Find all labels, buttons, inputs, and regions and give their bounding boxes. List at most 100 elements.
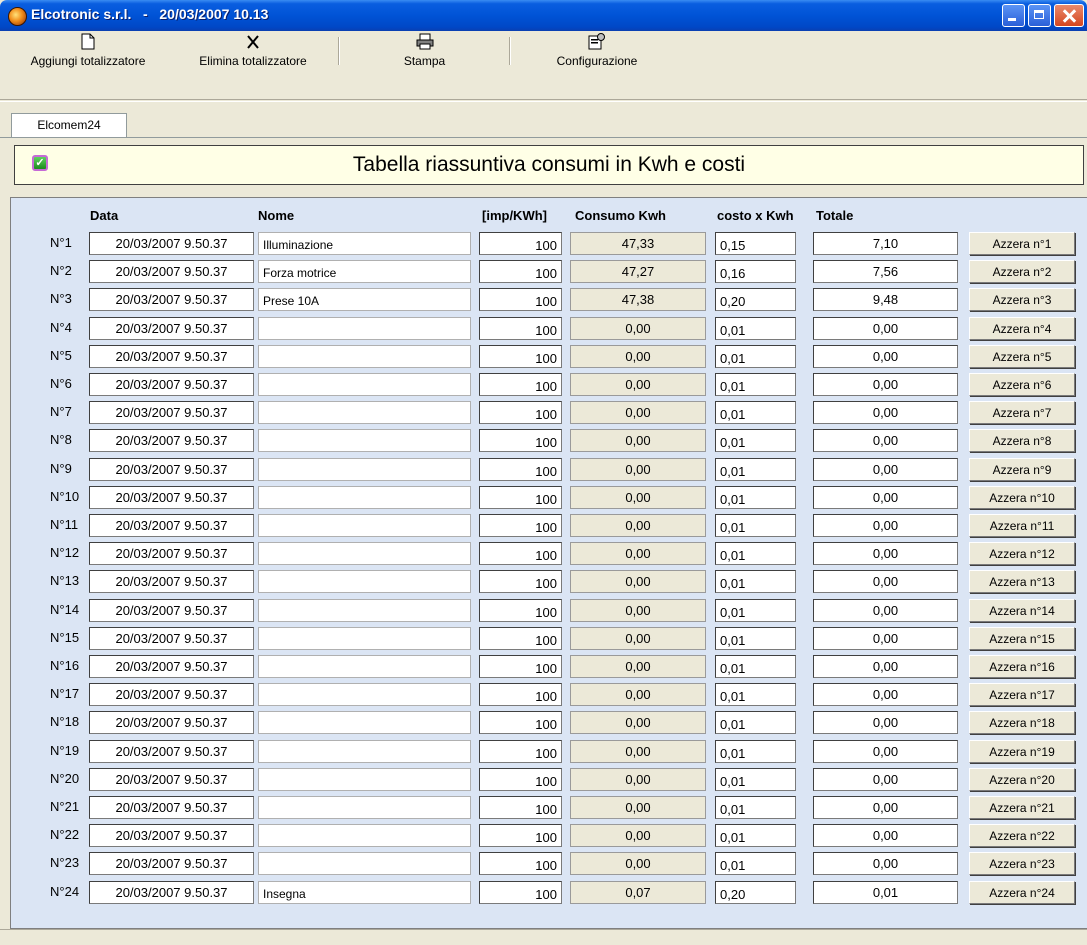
date-field[interactable]: 20/03/2007 9.50.37: [89, 768, 254, 791]
imp-per-kwh-field[interactable]: 100: [479, 796, 562, 819]
close-button[interactable]: [1054, 4, 1084, 27]
date-field[interactable]: 20/03/2007 9.50.37: [89, 627, 254, 650]
name-field[interactable]: [258, 768, 471, 791]
date-field[interactable]: 20/03/2007 9.50.37: [89, 373, 254, 396]
date-field[interactable]: 20/03/2007 9.50.37: [89, 514, 254, 537]
reset-button[interactable]: Azzera n°14: [969, 599, 1075, 622]
name-field[interactable]: [258, 514, 471, 537]
cost-per-kwh-field[interactable]: 0,01: [715, 373, 796, 396]
date-field[interactable]: 20/03/2007 9.50.37: [89, 655, 254, 678]
imp-per-kwh-field[interactable]: 100: [479, 232, 562, 255]
reset-button[interactable]: Azzera n°21: [969, 796, 1075, 819]
reset-button[interactable]: Azzera n°5: [969, 345, 1075, 368]
reset-button[interactable]: Azzera n°17: [969, 683, 1075, 706]
name-field[interactable]: Insegna: [258, 881, 471, 904]
reset-button[interactable]: Azzera n°18: [969, 711, 1075, 734]
cost-per-kwh-field[interactable]: 0,01: [715, 627, 796, 650]
cost-per-kwh-field[interactable]: 0,20: [715, 288, 796, 311]
cost-per-kwh-field[interactable]: 0,01: [715, 683, 796, 706]
reset-button[interactable]: Azzera n°22: [969, 824, 1075, 847]
reset-button[interactable]: Azzera n°8: [969, 429, 1075, 452]
cost-per-kwh-field[interactable]: 0,01: [715, 317, 796, 340]
date-field[interactable]: 20/03/2007 9.50.37: [89, 401, 254, 424]
name-field[interactable]: [258, 599, 471, 622]
date-field[interactable]: 20/03/2007 9.50.37: [89, 824, 254, 847]
imp-per-kwh-field[interactable]: 100: [479, 711, 562, 734]
cost-per-kwh-field[interactable]: 0,01: [715, 401, 796, 424]
imp-per-kwh-field[interactable]: 100: [479, 288, 562, 311]
date-field[interactable]: 20/03/2007 9.50.37: [89, 683, 254, 706]
reset-button[interactable]: Azzera n°13: [969, 570, 1075, 593]
date-field[interactable]: 20/03/2007 9.50.37: [89, 542, 254, 565]
name-field[interactable]: Forza motrice: [258, 260, 471, 283]
imp-per-kwh-field[interactable]: 100: [479, 768, 562, 791]
reset-button[interactable]: Azzera n°4: [969, 317, 1075, 340]
configuration-button[interactable]: Configurazione: [541, 33, 653, 68]
imp-per-kwh-field[interactable]: 100: [479, 655, 562, 678]
date-field[interactable]: 20/03/2007 9.50.37: [89, 288, 254, 311]
cost-per-kwh-field[interactable]: 0,01: [715, 429, 796, 452]
name-field[interactable]: [258, 345, 471, 368]
minimize-button[interactable]: [1002, 4, 1025, 27]
imp-per-kwh-field[interactable]: 100: [479, 486, 562, 509]
imp-per-kwh-field[interactable]: 100: [479, 852, 562, 875]
date-field[interactable]: 20/03/2007 9.50.37: [89, 486, 254, 509]
cost-per-kwh-field[interactable]: 0,01: [715, 768, 796, 791]
name-field[interactable]: [258, 655, 471, 678]
imp-per-kwh-field[interactable]: 100: [479, 740, 562, 763]
date-field[interactable]: 20/03/2007 9.50.37: [89, 570, 254, 593]
tab-elcomem24[interactable]: Elcomem24: [11, 113, 127, 137]
reset-button[interactable]: Azzera n°16: [969, 655, 1075, 678]
date-field[interactable]: 20/03/2007 9.50.37: [89, 852, 254, 875]
imp-per-kwh-field[interactable]: 100: [479, 317, 562, 340]
imp-per-kwh-field[interactable]: 100: [479, 683, 562, 706]
name-field[interactable]: Illuminazione: [258, 232, 471, 255]
name-field[interactable]: [258, 458, 471, 481]
date-field[interactable]: 20/03/2007 9.50.37: [89, 796, 254, 819]
cost-per-kwh-field[interactable]: 0,01: [715, 824, 796, 847]
reset-button[interactable]: Azzera n°15: [969, 627, 1075, 650]
reset-button[interactable]: Azzera n°1: [969, 232, 1075, 255]
cost-per-kwh-field[interactable]: 0,01: [715, 570, 796, 593]
imp-per-kwh-field[interactable]: 100: [479, 345, 562, 368]
date-field[interactable]: 20/03/2007 9.50.37: [89, 260, 254, 283]
name-field[interactable]: [258, 486, 471, 509]
delete-totalizer-button[interactable]: Elimina totalizzatore: [179, 33, 327, 68]
print-button[interactable]: Stampa: [387, 33, 462, 68]
imp-per-kwh-field[interactable]: 100: [479, 260, 562, 283]
date-field[interactable]: 20/03/2007 9.50.37: [89, 599, 254, 622]
name-field[interactable]: [258, 740, 471, 763]
name-field[interactable]: [258, 683, 471, 706]
cost-per-kwh-field[interactable]: 0,20: [715, 881, 796, 904]
date-field[interactable]: 20/03/2007 9.50.37: [89, 711, 254, 734]
imp-per-kwh-field[interactable]: 100: [479, 627, 562, 650]
cost-per-kwh-field[interactable]: 0,01: [715, 796, 796, 819]
imp-per-kwh-field[interactable]: 100: [479, 429, 562, 452]
imp-per-kwh-field[interactable]: 100: [479, 881, 562, 904]
name-field[interactable]: [258, 796, 471, 819]
imp-per-kwh-field[interactable]: 100: [479, 599, 562, 622]
date-field[interactable]: 20/03/2007 9.50.37: [89, 881, 254, 904]
name-field[interactable]: [258, 627, 471, 650]
name-field[interactable]: [258, 852, 471, 875]
reset-button[interactable]: Azzera n°7: [969, 401, 1075, 424]
date-field[interactable]: 20/03/2007 9.50.37: [89, 317, 254, 340]
cost-per-kwh-field[interactable]: 0,01: [715, 486, 796, 509]
name-field[interactable]: [258, 401, 471, 424]
reset-button[interactable]: Azzera n°10: [969, 486, 1075, 509]
date-field[interactable]: 20/03/2007 9.50.37: [89, 345, 254, 368]
name-field[interactable]: [258, 824, 471, 847]
reset-button[interactable]: Azzera n°12: [969, 542, 1075, 565]
name-field[interactable]: Prese 10A: [258, 288, 471, 311]
cost-per-kwh-field[interactable]: 0,01: [715, 599, 796, 622]
reset-button[interactable]: Azzera n°20: [969, 768, 1075, 791]
imp-per-kwh-field[interactable]: 100: [479, 570, 562, 593]
date-field[interactable]: 20/03/2007 9.50.37: [89, 458, 254, 481]
cost-per-kwh-field[interactable]: 0,16: [715, 260, 796, 283]
date-field[interactable]: 20/03/2007 9.50.37: [89, 429, 254, 452]
cost-per-kwh-field[interactable]: 0,01: [715, 458, 796, 481]
cost-per-kwh-field[interactable]: 0,01: [715, 711, 796, 734]
cost-per-kwh-field[interactable]: 0,01: [715, 740, 796, 763]
cost-per-kwh-field[interactable]: 0,01: [715, 655, 796, 678]
imp-per-kwh-field[interactable]: 100: [479, 373, 562, 396]
